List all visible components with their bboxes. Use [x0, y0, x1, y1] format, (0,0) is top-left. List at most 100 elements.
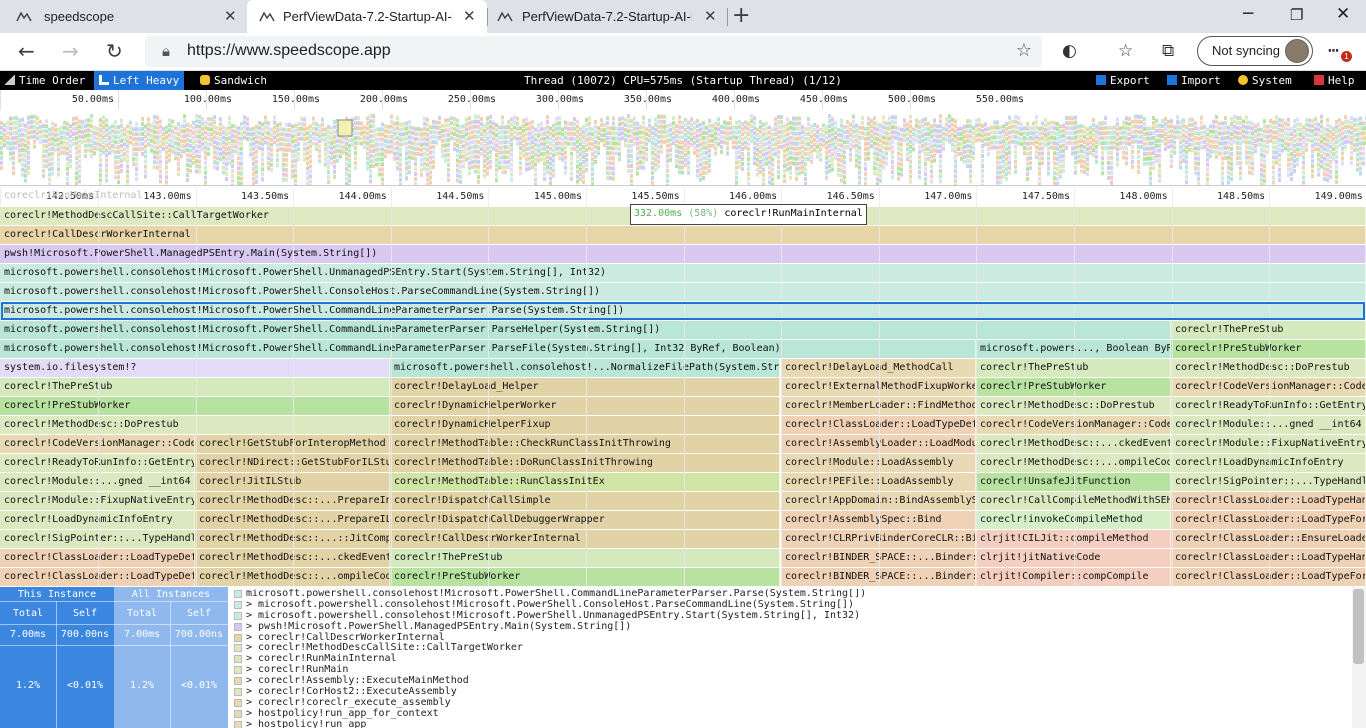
flame-frame[interactable]: coreclr!ThePreStub [390, 549, 780, 567]
flame-frame[interactable]: coreclr!MethodDesc::DoPrestub [0, 416, 390, 434]
flame-frame[interactable]: coreclr!ClassLoader::LoadTypeHandleForTy… [1171, 492, 1366, 510]
flame-frame[interactable]: coreclr!GetStubForInteropMethod [195, 435, 390, 453]
flame-frame[interactable]: coreclr!ClassLoader::LoadTypeDefOrRefThr… [0, 568, 195, 586]
flame-frame[interactable]: coreclr!MethodTable::CheckRunClassInitTh… [390, 435, 780, 453]
flame-frame[interactable]: coreclr!DispatchCallDebuggerWrapper [390, 511, 780, 529]
sandwich-button[interactable]: Sandwich [195, 71, 272, 90]
flame-frame[interactable]: coreclr!DynamicHelperWorker [390, 397, 780, 415]
flame-frame[interactable]: coreclr!ThePreStub [976, 359, 1171, 377]
flame-frame[interactable]: coreclr!MethodDesc::...PrepareInitialCod [195, 492, 390, 510]
close-tab-icon[interactable]: ✕ [704, 7, 717, 25]
flame-frame[interactable]: coreclr!ThePreStub [0, 378, 390, 396]
flame-frame[interactable]: coreclr!LoadDynamicInfoEntry [0, 511, 195, 529]
flame-frame[interactable]: coreclr!ClassLoader::EnsureLoade [1171, 530, 1366, 548]
flame-frame[interactable]: coreclr!MethodDesc::...ckedEventWrappe [195, 549, 390, 567]
flame-frame[interactable]: clrjit!jitNativeCode [976, 549, 1171, 567]
address-field[interactable]: 🔒︎ https://www.speedscope.app ☆ [145, 36, 1042, 67]
flame-frame[interactable]: coreclr!CodeVersionManager::CodeIfNecess… [976, 416, 1171, 434]
flame-frame[interactable]: coreclr!SigPointer::...TypeHandleThrowin [1171, 473, 1366, 491]
flamegraph-view[interactable]: 142.50ms 143.00ms 143.50ms 144.00ms 144.50ms… [0, 187, 1366, 587]
import-button[interactable]: Import [1162, 71, 1226, 90]
flame-frame[interactable]: coreclr!ClassLoader::LoadTypeHandleForTy… [1171, 549, 1366, 567]
collections-icon[interactable]: ⧉ [1162, 41, 1174, 61]
flame-frame[interactable]: coreclr!DispatchCallSimple [390, 492, 780, 510]
flame-frame[interactable]: coreclr!CodeVersionManager::CodeIfNecess… [1171, 378, 1366, 396]
flame-frame[interactable]: coreclr!BINDER_SPACE::...Binder::BindAss… [781, 549, 976, 567]
flame-frame[interactable]: coreclr!CodeVersionManager::CodeIfNecess… [0, 435, 195, 453]
flame-frame[interactable]: coreclr!ReadyToRunInfo::GetEntryPoin [0, 454, 195, 472]
flame-frame[interactable]: coreclr!DelayLoad_MethodCall [781, 359, 976, 377]
flame-frame[interactable]: system.io.filesystem!? [0, 359, 390, 377]
flame-frame[interactable]: coreclr!PreStubWorker [0, 397, 390, 415]
flame-frame[interactable]: coreclr!CLRPrivBinderCoreCLR::BindAssemb… [781, 530, 976, 548]
flame-frame[interactable]: coreclr!MethodDesc::...ompileCodeLocke [976, 454, 1171, 472]
flame-frame[interactable]: coreclr!ClassLoader::LoadTypeForTypeKey_… [1171, 568, 1366, 586]
flame-frame[interactable]: coreclr!ClassLoader::LoadTypeDefOrRefThr… [781, 416, 976, 434]
minimize-icon[interactable]: ─ [1243, 4, 1253, 24]
flame-frame[interactable]: clrjit!CILJit::compileMethod [976, 530, 1171, 548]
favorite-star-icon[interactable]: ☆ [1016, 40, 1032, 61]
flame-frame[interactable]: coreclr!Module::FixupNativeEntry [1171, 435, 1366, 453]
url-text[interactable]: https://www.speedscope.app [187, 42, 391, 60]
close-tab-icon[interactable]: ✕ [224, 7, 237, 25]
flame-frame[interactable]: coreclr!UnsafeJitFunction [976, 473, 1171, 491]
flame-frame[interactable]: coreclr!ThePreStub [1171, 321, 1366, 339]
profile-sync-button[interactable]: Not syncing [1197, 36, 1313, 66]
flame-frame[interactable]: coreclr!CallCompileMethodWithSEHWrappe [976, 492, 1171, 510]
system-button[interactable]: System [1233, 71, 1297, 90]
favorites-icon[interactable]: ☆ [1118, 41, 1133, 61]
flame-frame[interactable]: coreclr!MemberLoader::FindMethodFromMemb… [781, 397, 976, 415]
more-options-icon[interactable]: ⋯ [1328, 40, 1339, 61]
flame-frame[interactable]: microsoft.powershell.consolehost!Microso… [0, 264, 1366, 282]
close-tab-icon[interactable]: ✕ [463, 7, 476, 25]
help-button[interactable]: Help [1309, 71, 1360, 90]
flame-frame[interactable]: coreclr!MethodDesc::...ckedEventWrappe [976, 435, 1171, 453]
flame-frame[interactable]: coreclr!ClassLoader::LoadTypeForTypeKey_… [1171, 511, 1366, 529]
flame-frame[interactable]: coreclr!NDirect::GetStubForILStu [195, 454, 390, 472]
flame-frame[interactable]: coreclr!PreStubWorker [1171, 340, 1366, 358]
flame-frame[interactable]: coreclr!invokeCompileMethod [976, 511, 1171, 529]
flame-frame[interactable]: pwsh!Microsoft.PowerShell.ManagedPSEntry… [0, 245, 1366, 263]
close-window-icon[interactable]: ✕ [1336, 4, 1350, 24]
flame-frame[interactable]: coreclr!MethodTable::RunClassInitEx [390, 473, 780, 491]
flame-frame[interactable]: coreclr!PEFile::LoadAssembly [781, 473, 976, 491]
flame-frame[interactable]: coreclr!AppDomain::BindAssemblySpe [781, 492, 976, 510]
flame-frame[interactable]: coreclr!JitILStub [195, 473, 390, 491]
forward-arrow-icon[interactable]: → [62, 39, 79, 63]
flame-frame[interactable]: microsoft.powershell.consolehost!Microso… [0, 340, 976, 358]
flame-frame[interactable]: coreclr!ReadyToRunInfo::GetEntryPoint [1171, 397, 1366, 415]
flame-frame[interactable]: coreclr!SigPointer::...TypeHandleThrowin [0, 530, 195, 548]
flame-frame[interactable]: coreclr!Module::LoadAssembly [781, 454, 976, 472]
flame-frame[interactable]: coreclr!ExternalMethodFixupWorke [781, 378, 976, 396]
back-arrow-icon[interactable]: ← [18, 39, 35, 63]
time-order-button[interactable]: Time Order [0, 71, 90, 90]
scrollbar-thumb[interactable] [1353, 589, 1364, 664]
flame-frame[interactable]: coreclr!AssemblySpec::Bind [781, 511, 976, 529]
flame-frame[interactable]: coreclr!Module::...gned __int64 *) [1171, 416, 1366, 434]
flame-frame[interactable]: coreclr!DynamicHelperFixup [390, 416, 780, 434]
flame-frame[interactable]: coreclr!MethodDesc::...::JitCompileCod [195, 530, 390, 548]
flame-frame[interactable]: coreclr!MethodDesc::...PrepareILBasedCod [195, 511, 390, 529]
flame-frame[interactable]: coreclr!Module::...gned __int64 *) [0, 473, 195, 491]
flame-frame[interactable]: coreclr!AssemblyLoader::LoadModuleByType… [781, 435, 976, 453]
flame-frame[interactable]: coreclr!CallDescrWorkerInternal [390, 530, 780, 548]
reload-icon[interactable]: ↻ [106, 39, 123, 63]
flame-frame[interactable]: coreclr!BINDER_SPACE::...Binder::BindByN… [781, 568, 976, 586]
browser-tab-active[interactable]: PerfViewData-7.2-Startup-AI-DTF... ✕ [247, 0, 487, 33]
flame-frame[interactable]: coreclr!MethodTable::DoRunClassInitThrow… [390, 454, 780, 472]
export-button[interactable]: Export [1091, 71, 1155, 90]
flame-frame[interactable]: coreclr!Module::FixupNativeEntry [0, 492, 195, 510]
flame-frame[interactable]: coreclr!PreStubWorker [390, 568, 780, 586]
flame-frame[interactable]: coreclr!CallDescrWorkerInternal [0, 226, 1366, 244]
flame-frame[interactable]: coreclr!MethodDesc::...ompileCodeLocke [195, 568, 390, 586]
flame-frame[interactable]: coreclr!MethodDesc::DoPrestub [976, 397, 1171, 415]
flame-frame[interactable]: microsoft.powers..., Boolean ByRef [976, 340, 1171, 358]
flame-frame[interactable]: microsoft.powershell.consolehost!...Norm… [390, 359, 780, 377]
flame-frame[interactable]: microsoft.powershell.consolehost!Microso… [0, 321, 1171, 339]
minimap-overview[interactable] [0, 110, 1366, 186]
flame-frame[interactable]: coreclr!LoadDynamicInfoEntry [1171, 454, 1366, 472]
minimap[interactable]: 50.00ms 100.00ms 150.00ms 200.00ms 250.00ms 3… [0, 90, 1366, 186]
flame-frame[interactable]: microsoft.powershell.consolehost!Microso… [0, 302, 1366, 320]
flame-frame[interactable]: clrjit!Compiler::compCompile [976, 568, 1171, 586]
new-tab-icon[interactable]: + [732, 3, 750, 28]
